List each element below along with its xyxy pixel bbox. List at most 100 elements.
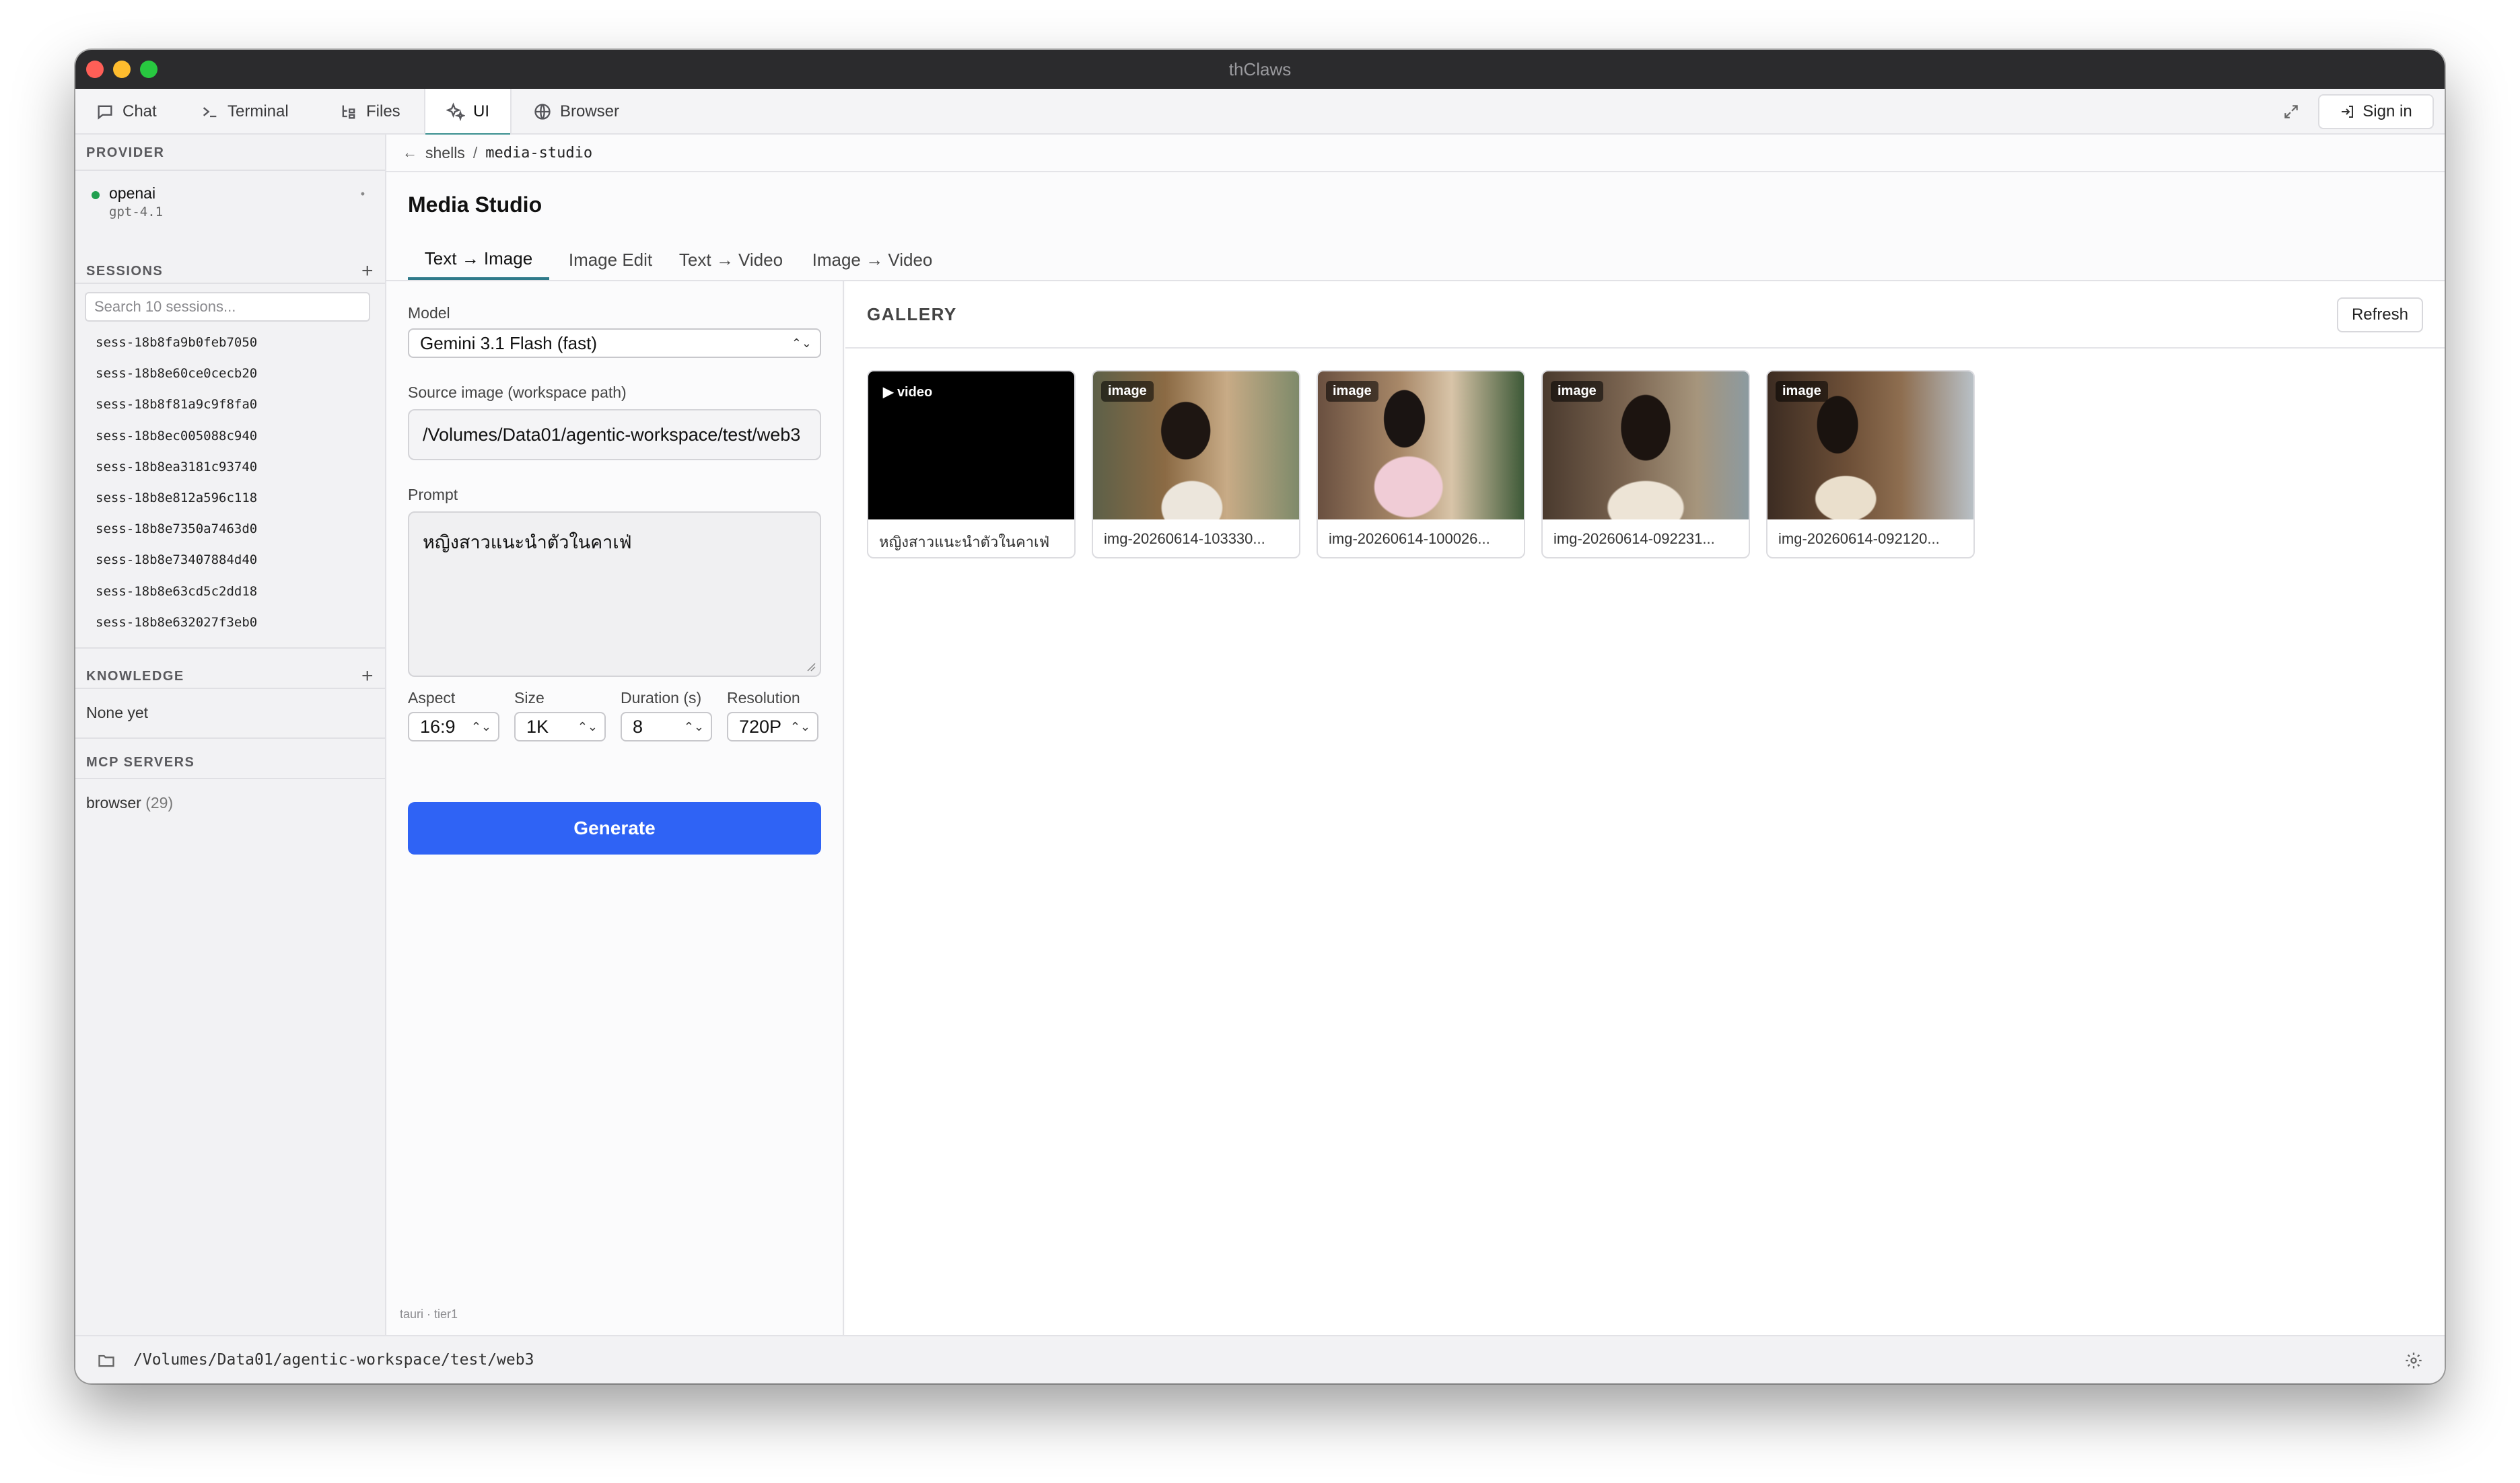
tab-text-to-image[interactable]: Text → Image [408, 240, 549, 280]
session-item[interactable]: sess-18b8e812a596c118 [96, 482, 257, 513]
tab-image-to-video[interactable]: Image → Video [805, 240, 940, 280]
duration-label: Duration (s) [621, 689, 702, 707]
gallery-card[interactable]: image img-20260614-092120... [1766, 370, 1975, 558]
window-controls [86, 61, 158, 78]
gallery-grid: ▶ video หญิงสาวแนะนำตัวในคาเฟ่ image img… [867, 370, 1975, 558]
divider [75, 283, 385, 284]
breadcrumb-current: media-studio [485, 144, 593, 161]
tab-browser-label: Browser [560, 102, 620, 120]
page-title: Media Studio [408, 192, 542, 217]
provider-heading: PROVIDER [86, 145, 374, 161]
add-knowledge-button[interactable]: + [361, 665, 374, 688]
expand-button[interactable] [2278, 98, 2305, 125]
gallery-card[interactable]: image img-20260614-103330... [1092, 370, 1300, 558]
gear-icon[interactable] [2404, 1351, 2423, 1370]
session-item[interactable]: sess-18b8e60ce0cecb20 [96, 358, 257, 389]
app-window: thClaws Chat Terminal Files UI Browser S… [75, 50, 2445, 1383]
knowledge-heading: KNOWLEDGE + [86, 665, 374, 688]
runtime-note: tauri · tier1 [400, 1307, 458, 1321]
session-item[interactable]: sess-18b8e7350a7463d0 [96, 513, 257, 544]
gallery-caption: img-20260614-103330... [1104, 530, 1265, 547]
window-title: thClaws [1228, 59, 1292, 79]
model-select[interactable]: Gemini 3.1 Flash (fast) ⌃⌄ [408, 328, 821, 358]
tab-ui-label: UI [473, 102, 489, 120]
tab-terminal[interactable]: Terminal [201, 89, 289, 135]
session-item[interactable]: sess-18b8e63cd5c2dd18 [96, 576, 257, 607]
session-list: sess-18b8fa9b0feb7050 sess-18b8e60ce0cec… [96, 327, 257, 638]
mcp-server-item[interactable]: browser (29) [86, 794, 173, 812]
source-image-label: Source image (workspace path) [408, 384, 627, 401]
resize-grip-icon[interactable] [806, 662, 816, 672]
session-item[interactable]: sess-18b8fa9b0feb7050 [96, 327, 257, 358]
gallery-caption: img-20260614-100026... [1329, 530, 1490, 547]
aspect-select[interactable]: 16:9 ⌃⌄ [408, 712, 499, 742]
duration-select[interactable]: 8 ⌃⌄ [621, 712, 712, 742]
chevron-updown-icon: ⌃⌄ [683, 720, 704, 733]
gallery-card[interactable]: ▶ video หญิงสาวแนะนำตัวในคาเฟ่ [867, 370, 1076, 558]
media-type-badge: image [1101, 381, 1154, 402]
tab-chat-label: Chat [123, 102, 157, 120]
breadcrumb-shells[interactable]: shells [425, 144, 465, 162]
zoom-window-button[interactable] [140, 61, 158, 78]
provider-menu-button[interactable]: • [361, 187, 365, 201]
gallery-caption: หญิงสาวแนะนำตัวในคาเฟ่ [879, 534, 1050, 550]
knowledge-heading-label: KNOWLEDGE [86, 668, 184, 684]
tab-files-label: Files [366, 102, 400, 120]
back-arrow-icon[interactable]: ← [403, 144, 417, 161]
chat-bubble-icon [98, 105, 112, 120]
tab-ui[interactable]: UI [424, 89, 512, 136]
tab-browser[interactable]: Browser [533, 89, 619, 135]
divider [75, 170, 385, 171]
sparkles-icon [446, 102, 465, 121]
refresh-button[interactable]: Refresh [2337, 297, 2423, 332]
generate-button[interactable]: Generate [408, 802, 821, 855]
tab-text-to-video[interactable]: Text → Video [666, 240, 796, 280]
divider [75, 647, 385, 649]
gallery-panel: GALLERY Refresh ▶ video หญิงสาวแนะนำตัวใ… [845, 281, 2445, 1335]
size-select[interactable]: 1K ⌃⌄ [514, 712, 606, 742]
media-type-badge: ▶ video [876, 381, 940, 403]
tab-chat[interactable]: Chat [96, 89, 157, 135]
tab-terminal-label: Terminal [228, 102, 289, 120]
sign-in-button[interactable]: Sign in [2318, 94, 2434, 129]
media-type-badge: image [1776, 381, 1828, 402]
expand-arrows-icon [2284, 105, 2298, 118]
session-item[interactable]: sess-18b8ec005088c940 [96, 421, 257, 451]
chevron-updown-icon: ⌃⌄ [470, 720, 491, 733]
gallery-card[interactable]: image img-20260614-092231... [1541, 370, 1750, 558]
session-item[interactable]: sess-18b8f81a9c9f8fa0 [96, 389, 257, 420]
prompt-textarea[interactable]: หญิงสาวแนะนำตัวในคาเฟ่ [408, 511, 821, 677]
generation-form: Model Gemini 3.1 Flash (fast) ⌃⌄ Source … [386, 281, 844, 1335]
top-tab-bar: Chat Terminal Files UI Browser Sign in [75, 89, 2445, 136]
session-search-input[interactable] [85, 292, 370, 322]
file-tree-icon [342, 105, 355, 119]
media-type-badge: image [1551, 381, 1603, 402]
aspect-label: Aspect [408, 689, 456, 707]
media-type-badge: image [1326, 381, 1378, 402]
knowledge-empty-text: None yet [86, 704, 149, 721]
sessions-heading-label: SESSIONS [86, 263, 164, 279]
sidebar: PROVIDER openai gpt-4.1 • SESSIONS + ses… [75, 135, 386, 1335]
gallery-card[interactable]: image img-20260614-100026... [1317, 370, 1525, 558]
chevron-updown-icon: ⌃⌄ [577, 720, 598, 733]
divider [75, 778, 385, 779]
chevron-updown-icon: ⌃⌄ [791, 336, 812, 350]
close-window-button[interactable] [86, 61, 104, 78]
divider [75, 688, 385, 689]
minimize-window-button[interactable] [113, 61, 131, 78]
session-item[interactable]: sess-18b8e632027f3eb0 [96, 607, 257, 638]
session-item[interactable]: sess-18b8e73407884d40 [96, 544, 257, 575]
chevron-updown-icon: ⌃⌄ [790, 720, 810, 733]
model-select-value: Gemini 3.1 Flash (fast) [420, 332, 597, 353]
resolution-label: Resolution [727, 689, 800, 707]
add-session-button[interactable]: + [361, 260, 374, 283]
source-image-input[interactable]: /Volumes/Data01/agentic-workspace/test/w… [408, 409, 821, 460]
mcp-server-count: (29) [145, 794, 174, 811]
tab-files[interactable]: Files [339, 89, 400, 135]
provider-name[interactable]: openai [109, 184, 155, 203]
tab-image-edit[interactable]: Image Edit [560, 240, 661, 280]
duration-value: 8 [633, 716, 643, 737]
session-item[interactable]: sess-18b8ea3181c93740 [96, 451, 257, 482]
resolution-select[interactable]: 720P ⌃⌄ [727, 712, 818, 742]
folder-icon[interactable] [97, 1351, 116, 1370]
